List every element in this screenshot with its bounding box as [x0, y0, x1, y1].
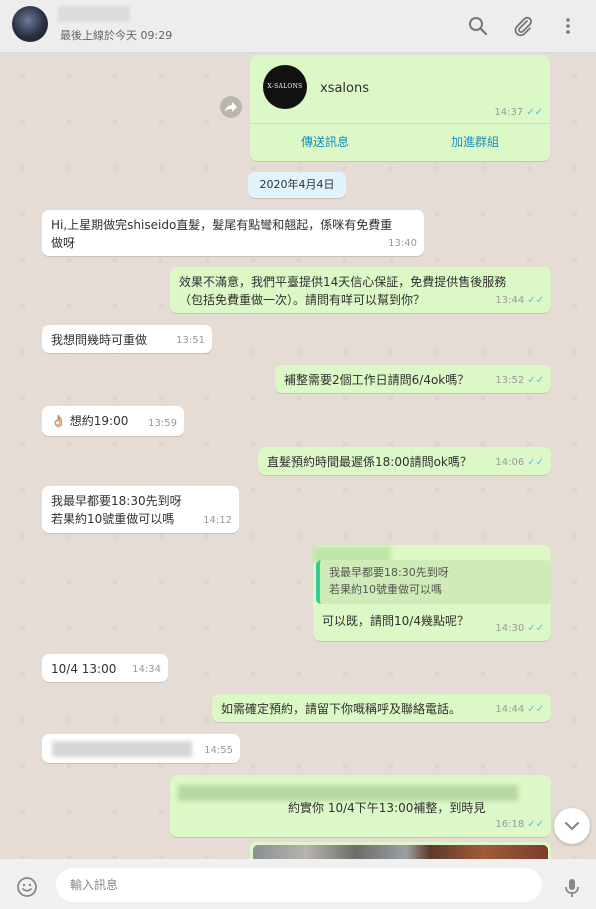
forward-icon[interactable] [220, 96, 242, 118]
contact-avatar[interactable] [12, 6, 48, 42]
chat-header: 最後上線於今天 09:29 [0, 0, 596, 53]
contact-name-redacted[interactable] [58, 6, 130, 22]
message-text: 效果不滿意，我們平臺提供14天信心保証，免費提供售後服務 （包括免費重做一次）。… [179, 275, 507, 307]
read-ticks-icon: ✓✓ [527, 623, 544, 634]
message-time: 14:34 [132, 664, 161, 675]
message-incoming[interactable]: 👌🏼 想約19:00 13:59 [42, 406, 184, 436]
message-text: 我最早都要18:30先到呀 若果約10號重做可以嗎 [51, 494, 182, 526]
message-text: 10/4 13:00 [51, 662, 117, 676]
read-ticks-icon: ✓✓ [526, 107, 543, 118]
microphone-icon[interactable] [561, 876, 583, 900]
contact-card-logo[interactable]: X-SALONS [263, 65, 307, 109]
message-input[interactable] [56, 868, 542, 902]
chat-panel[interactable]: X-SALONS xsalons 14:37 ✓✓ 傳送訊息 加進群組 2020年… [0, 53, 596, 859]
message-outgoing[interactable]: 補整需要2個工作日請問6/4ok嗎？ 13:52 ✓✓ [275, 365, 551, 393]
redacted-text [52, 741, 192, 757]
quoted-message[interactable]: 我最早都要18:30先到呀 若果約10號重做可以嗎 [316, 560, 552, 604]
photo-thumbnail[interactable] [253, 845, 548, 859]
message-text: 我想問幾時可重做 [51, 333, 148, 347]
read-ticks-icon: ✓✓ [527, 295, 544, 306]
message-time: 13:40 [388, 238, 417, 249]
message-incoming[interactable]: Hi,上星期做完shiseido直髮，髮尾有點彎和翹起，係咪有免費重 做呀 13… [42, 210, 424, 256]
chevron-down-icon [564, 821, 580, 831]
attach-icon[interactable] [511, 14, 535, 38]
send-message-button[interactable]: 傳送訊息 [250, 124, 400, 161]
message-time: 14:44 ✓✓ [495, 704, 544, 715]
message-text: 如需確定預約，請留下你嘅稱呼及聯絡電話。 [221, 702, 462, 716]
message-text: 直髮預約時間最遲係18:00請問ok嗎？ [267, 455, 472, 469]
message-outgoing[interactable]: 如需確定預約，請留下你嘅稱呼及聯絡電話。 14:44 ✓✓ [212, 694, 551, 722]
message-outgoing[interactable]: 約實你 10/4下午13:00補整，到時見 16:18 ✓✓ [170, 775, 551, 837]
search-icon[interactable] [466, 14, 490, 38]
date-separator: 2020年4月4日 [248, 172, 346, 198]
message-incoming[interactable]: 10/4 13:00 14:34 [42, 654, 168, 682]
message-time: 14:06 ✓✓ [495, 457, 544, 468]
message-incoming[interactable]: 我想問幾時可重做 13:51 [42, 325, 212, 353]
read-ticks-icon: ✓✓ [527, 704, 544, 715]
message-time: 14:37 ✓✓ [494, 107, 543, 118]
message-outgoing-image[interactable] [250, 842, 551, 859]
message-text: Hi,上星期做完shiseido直髮，髮尾有點彎和翹起，係咪有免費重 做呀 [51, 218, 393, 250]
quoted-text: 我最早都要18:30先到呀 若果約10號重做可以嗎 [329, 566, 449, 596]
scroll-down-button[interactable] [554, 808, 590, 844]
message-text: 可以既，請問10/4幾點呢？ [322, 614, 469, 628]
contact-card-bubble: X-SALONS xsalons 14:37 ✓✓ 傳送訊息 加進群組 [250, 55, 550, 161]
emoji-icon[interactable] [16, 876, 38, 898]
message-incoming[interactable]: 我最早都要18:30先到呀 若果約10號重做可以嗎 14:12 [42, 486, 239, 533]
compose-bar [0, 859, 596, 909]
message-time: 13:52 ✓✓ [495, 375, 544, 386]
menu-icon[interactable] [556, 14, 580, 38]
message-time: 13:59 [148, 418, 177, 429]
message-time: 14:12 [203, 515, 232, 526]
message-time: 14:30 ✓✓ [495, 623, 544, 634]
read-ticks-icon: ✓✓ [527, 375, 544, 386]
message-outgoing[interactable]: 效果不滿意，我們平臺提供14天信心保証，免費提供售後服務 （包括免費重做一次）。… [170, 267, 551, 313]
message-text: 約實你 10/4下午13:00補整，到時見 [288, 801, 486, 815]
message-time: 13:44 ✓✓ [495, 295, 544, 306]
message-time: 16:18 ✓✓ [495, 819, 544, 830]
message-outgoing-reply[interactable]: 我最早都要18:30先到呀 若果約10號重做可以嗎 可以既，請問10/4幾點呢？… [313, 545, 552, 641]
message-text: 補整需要2個工作日請問6/4ok嗎？ [284, 373, 470, 387]
last-seen-status: 最後上線於今天 09:29 [60, 29, 173, 42]
message-time: 14:55 [204, 745, 233, 756]
read-ticks-icon: ✓✓ [527, 457, 544, 468]
message-incoming-redacted[interactable]: 14:55 [42, 734, 240, 763]
message-time: 13:51 [176, 335, 205, 346]
read-ticks-icon: ✓✓ [527, 819, 544, 830]
message-text: 👌🏼 想約19:00 [51, 414, 129, 428]
contact-card-name[interactable]: xsalons [320, 80, 369, 98]
message-outgoing[interactable]: 直髮預約時間最遲係18:00請問ok嗎？ 14:06 ✓✓ [258, 447, 551, 475]
add-to-group-button[interactable]: 加進群組 [400, 124, 550, 161]
